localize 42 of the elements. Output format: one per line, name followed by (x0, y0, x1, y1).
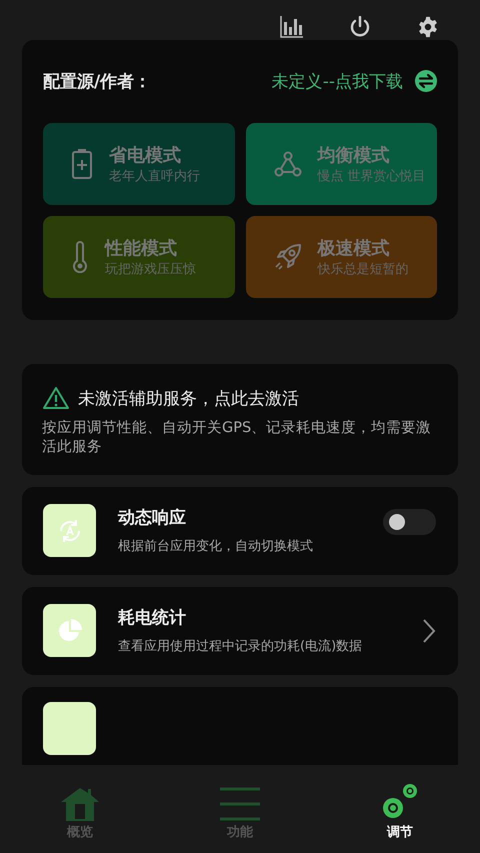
mode-tile[interactable]: 极速模式 快乐总是短暂的 (246, 216, 437, 298)
chevron-right-icon (422, 618, 436, 644)
notice-card[interactable]: 未激活辅助服务，点此去激活 按应用调节性能、自动开关GPS、记录耗电速度，均需要激活此服务 (22, 364, 458, 475)
mode-tile[interactable]: 省电模式 老年人直呼内行 (43, 123, 234, 205)
feature-card[interactable] (22, 686, 458, 765)
pie-chart-icon (58, 618, 82, 643)
triangle-nodes-icon (274, 151, 302, 177)
menu-icon (219, 787, 261, 821)
mode-title: 极速模式 (318, 237, 390, 260)
nav-tab[interactable]: 概览 (0, 765, 160, 853)
settings-button[interactable] (416, 14, 440, 40)
toggle-switch[interactable] (383, 508, 436, 535)
nav-tab[interactable]: 功能 (160, 765, 320, 853)
gears-icon (380, 781, 420, 821)
mode-tile[interactable]: 均衡模式 慢点 世界赏心悦目 (246, 123, 437, 205)
warning-icon (42, 386, 70, 410)
feature-title: 动态响应 (118, 507, 187, 530)
mode-subtitle: 老年人直呼内行 (109, 169, 200, 185)
mode-title: 均衡模式 (318, 144, 390, 168)
mode-tile[interactable]: 性能模式 玩把游戏压压惊 (43, 216, 234, 298)
feature-card[interactable]: 耗电统计 查看应用使用过程中记录的功耗(电流)数据 (22, 586, 458, 675)
swap-icon[interactable] (415, 70, 437, 92)
mode-subtitle: 快乐总是短暂的 (318, 262, 408, 278)
feature-description: 查看应用使用过程中记录的功耗(电流)数据 (118, 638, 364, 656)
battery-icon (71, 148, 93, 180)
notice-title: 未激活辅助服务，点此去激活 (78, 388, 299, 410)
feature-card[interactable]: 动态响应 根据前台应用变化，自动切换模式 (22, 486, 458, 575)
download-link[interactable]: 未定义--点我下载 (272, 70, 403, 92)
notice-text: 按应用调节性能、自动开关GPS、记录耗电速度，均需要激活此服务 (42, 419, 432, 457)
feature-description: 根据前台应用变化，自动切换模式 (118, 538, 314, 556)
mode-subtitle: 慢点 世界赏心悦目 (318, 169, 426, 185)
chart-button[interactable] (280, 14, 304, 40)
rocket-icon (274, 243, 302, 271)
mode-title: 省电模式 (109, 144, 182, 168)
feature-icon (43, 702, 96, 755)
config-label: 配置源/作者： (43, 70, 152, 92)
mode-title: 性能模式 (105, 237, 178, 260)
nav-tab[interactable]: 调节 (320, 765, 480, 853)
feature-title: 耗电统计 (118, 607, 187, 630)
home-icon (60, 787, 100, 821)
thermometer-icon (71, 241, 89, 273)
mode-subtitle: 玩把游戏压压惊 (105, 262, 196, 278)
